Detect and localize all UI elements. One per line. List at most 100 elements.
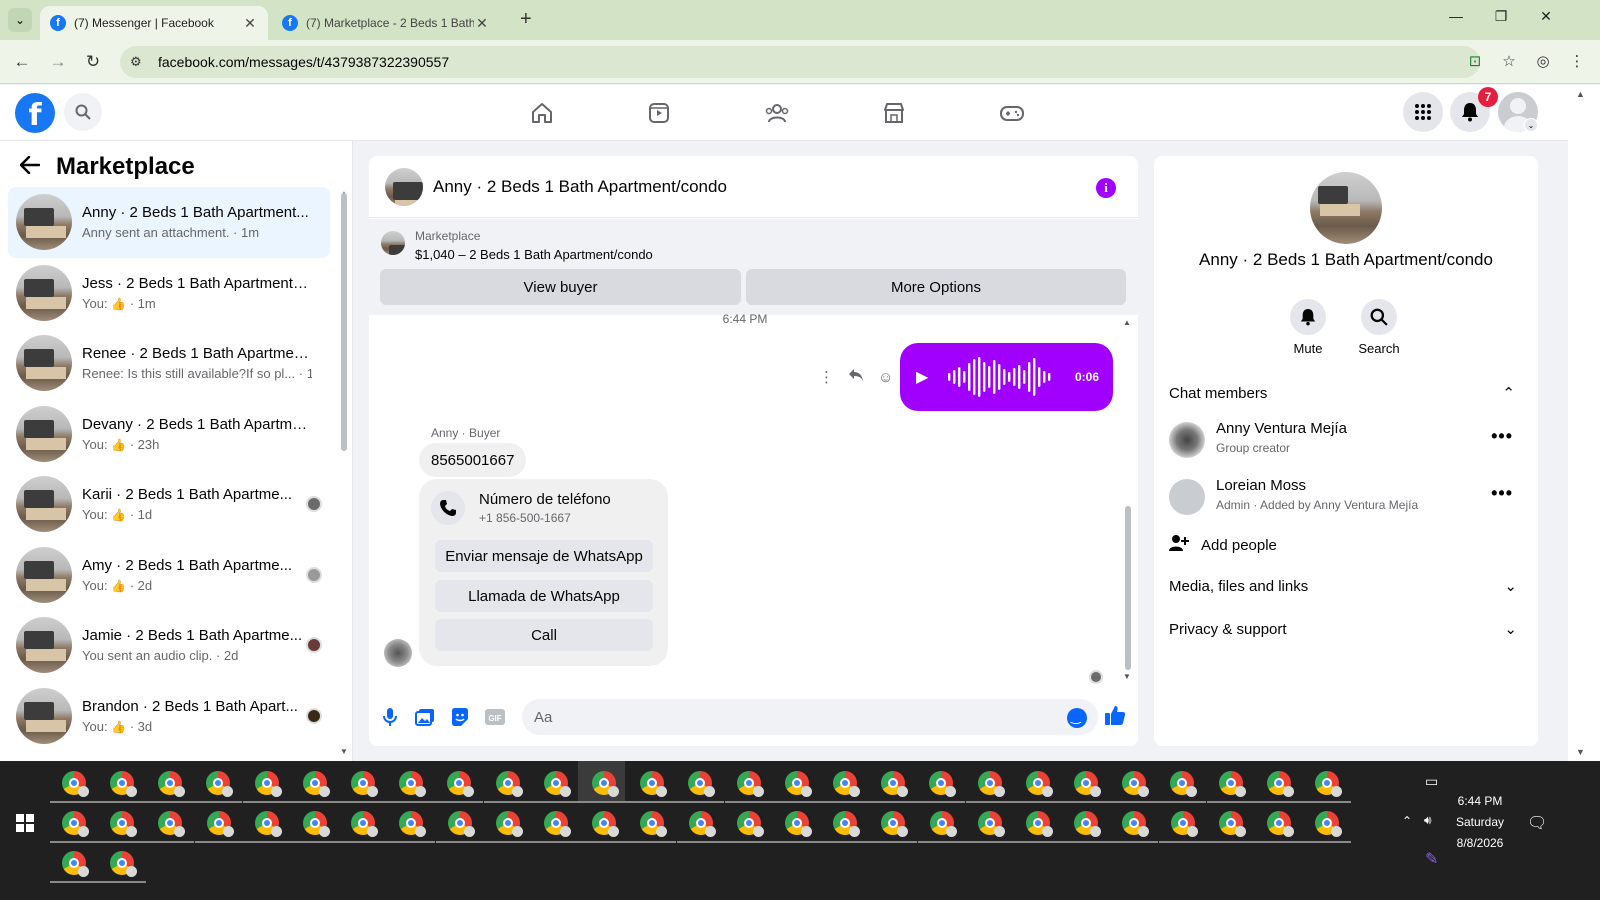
chrome-window-icon[interactable]: [978, 811, 1005, 837]
chrome-window-icon[interactable]: [448, 811, 475, 837]
site-settings-icon[interactable]: ⚙: [130, 54, 150, 70]
message-input[interactable]: Aa: [522, 699, 1098, 735]
chrome-window-icon[interactable]: [881, 771, 908, 797]
view-buyer-button[interactable]: View buyer: [380, 269, 741, 305]
whatsapp-message-button[interactable]: Enviar mensaje de WhatsApp: [435, 540, 653, 572]
notification-area-icon[interactable]: ▭: [1425, 773, 1438, 790]
chat-avatar[interactable]: [385, 167, 423, 206]
chrome-window-icon[interactable]: [496, 771, 523, 797]
member-row[interactable]: Anny Ventura Mejía Group creator •••: [1169, 418, 1525, 462]
add-people-button[interactable]: Add people: [1169, 534, 1277, 556]
chrome-window-icon[interactable]: [978, 771, 1005, 797]
facebook-logo-icon[interactable]: f: [15, 93, 55, 133]
chrome-window-icon[interactable]: [303, 811, 330, 837]
video-icon[interactable]: [644, 99, 674, 127]
listing-detail[interactable]: $1,040 – 2 Beds 1 Bath Apartment/condo: [415, 247, 653, 262]
more-options-button[interactable]: More Options: [746, 269, 1126, 305]
scroll-down-arrow-icon[interactable]: ▼: [1123, 672, 1131, 681]
chrome-window-icon[interactable]: [544, 771, 571, 797]
tab-marketplace[interactable]: f (7) Marketplace - 2 Beds 1 Bath ✕: [272, 6, 500, 40]
microphone-icon[interactable]: [379, 706, 401, 728]
chrome-window-icon[interactable]: [255, 811, 282, 837]
close-tab-icon[interactable]: ✕: [474, 15, 490, 32]
reload-icon[interactable]: ↻: [81, 50, 105, 74]
chrome-window-icon[interactable]: [785, 771, 812, 797]
chrome-window-icon[interactable]: [1267, 771, 1294, 797]
chrome-window-icon[interactable]: [544, 811, 571, 837]
chrome-window-icon[interactable]: [255, 771, 282, 797]
chrome-window-icon[interactable]: [351, 771, 378, 797]
thread-scrollbar[interactable]: [1125, 506, 1131, 670]
chrome-window-icon[interactable]: [1026, 771, 1053, 797]
chrome-window-icon[interactable]: [399, 811, 426, 837]
privacy-support-section[interactable]: Privacy & support ⌄: [1169, 620, 1525, 639]
show-hidden-icons-chevron[interactable]: ⌃: [1402, 814, 1412, 828]
bookmark-star-icon[interactable]: ☆: [1496, 48, 1522, 74]
conversation-item[interactable]: Brandon · 2 Beds 1 Bath Apart... You: 👍 ·…: [8, 681, 330, 752]
page-scrollbar[interactable]: ▲ ▼: [1568, 85, 1600, 761]
pen-icon[interactable]: ✎: [1425, 849, 1438, 869]
marketplace-icon[interactable]: [879, 99, 909, 127]
chrome-window-icon[interactable]: [1074, 771, 1101, 797]
gif-icon[interactable]: GIF: [484, 706, 506, 728]
call-button[interactable]: Call: [435, 619, 653, 651]
chrome-window-icon[interactable]: [447, 771, 474, 797]
minimize-window-icon[interactable]: —: [1441, 8, 1471, 24]
media-files-section[interactable]: Media, files and links ⌄: [1169, 577, 1525, 596]
tab-messenger[interactable]: f (7) Messenger | Facebook ✕: [40, 6, 268, 40]
chrome-window-icon[interactable]: [110, 811, 137, 837]
sticker-icon[interactable]: [449, 706, 471, 728]
chrome-window-icon[interactable]: [688, 771, 715, 797]
chrome-window-icon[interactable]: [640, 811, 667, 837]
search-icon[interactable]: [64, 93, 102, 131]
chrome-window-icon[interactable]: [1074, 811, 1101, 837]
chrome-window-icon[interactable]: [62, 851, 89, 877]
more-actions-icon[interactable]: ⋮: [819, 368, 834, 386]
profile-icon[interactable]: ◎: [1530, 48, 1556, 74]
chrome-window-icon[interactable]: [496, 811, 523, 837]
home-icon[interactable]: [527, 99, 557, 127]
chrome-window-icon[interactable]: [207, 811, 234, 837]
chrome-window-icon[interactable]: [640, 771, 667, 797]
chrome-window-icon[interactable]: [1171, 811, 1198, 837]
action-center-icon[interactable]: 🗨︎: [1527, 813, 1547, 833]
chrome-window-icon[interactable]: [833, 811, 860, 837]
more-options-icon[interactable]: •••: [1491, 426, 1513, 447]
forward-icon[interactable]: →: [46, 50, 70, 74]
more-options-icon[interactable]: •••: [1491, 483, 1513, 504]
chrome-window-icon[interactable]: [303, 771, 330, 797]
volume-icon[interactable]: 🔊︎: [1424, 813, 1432, 828]
new-tab-button[interactable]: +: [520, 8, 532, 31]
conversation-info-icon[interactable]: i: [1096, 178, 1116, 198]
chrome-window-icon[interactable]: [1315, 811, 1342, 837]
chrome-window-icon[interactable]: [1219, 811, 1246, 837]
conversation-item[interactable]: Jess · 2 Beds 1 Bath Apartment/c... You: …: [8, 258, 330, 329]
chrome-window-icon[interactable]: [110, 771, 137, 797]
conversation-item[interactable]: Jamie · 2 Beds 1 Bath Apartme... You sent…: [8, 610, 330, 681]
chrome-window-icon[interactable]: [833, 771, 860, 797]
emoji-icon[interactable]: [1067, 708, 1087, 728]
chrome-window-icon[interactable]: [158, 811, 185, 837]
chrome-window-icon[interactable]: [399, 771, 426, 797]
chrome-window-icon[interactable]: [206, 771, 233, 797]
photo-icon[interactable]: [414, 706, 436, 728]
chat-title[interactable]: Anny · 2 Beds 1 Bath Apartment/condo: [433, 177, 727, 197]
chrome-window-icon[interactable]: [785, 811, 812, 837]
sidebar-scrollbar[interactable]: [341, 193, 347, 451]
chrome-window-icon[interactable]: [1122, 811, 1149, 837]
url-field[interactable]: ⚙ facebook.com/messages/t/43793873223905…: [120, 46, 1480, 78]
gaming-icon[interactable]: [997, 99, 1027, 127]
message-bubble[interactable]: 8565001667: [419, 443, 527, 477]
chrome-window-icon[interactable]: [1219, 771, 1246, 797]
reply-icon[interactable]: [848, 368, 864, 386]
react-emoji-icon[interactable]: ☺: [878, 369, 893, 386]
conversation-item[interactable]: Anny · 2 Beds 1 Bath Apartment... Anny se…: [8, 187, 330, 258]
computer-app-icon[interactable]: [62, 771, 89, 797]
install-app-icon[interactable]: ⊡: [1462, 48, 1488, 74]
chrome-window-icon[interactable]: [689, 811, 716, 837]
thumbs-up-send-icon[interactable]: [1104, 704, 1126, 732]
scroll-down-arrow-icon[interactable]: ▼: [1576, 747, 1585, 757]
chrome-window-icon[interactable]: [1315, 771, 1342, 797]
back-icon[interactable]: ←: [10, 50, 34, 74]
scroll-up-arrow-icon[interactable]: ▲: [1123, 318, 1131, 327]
